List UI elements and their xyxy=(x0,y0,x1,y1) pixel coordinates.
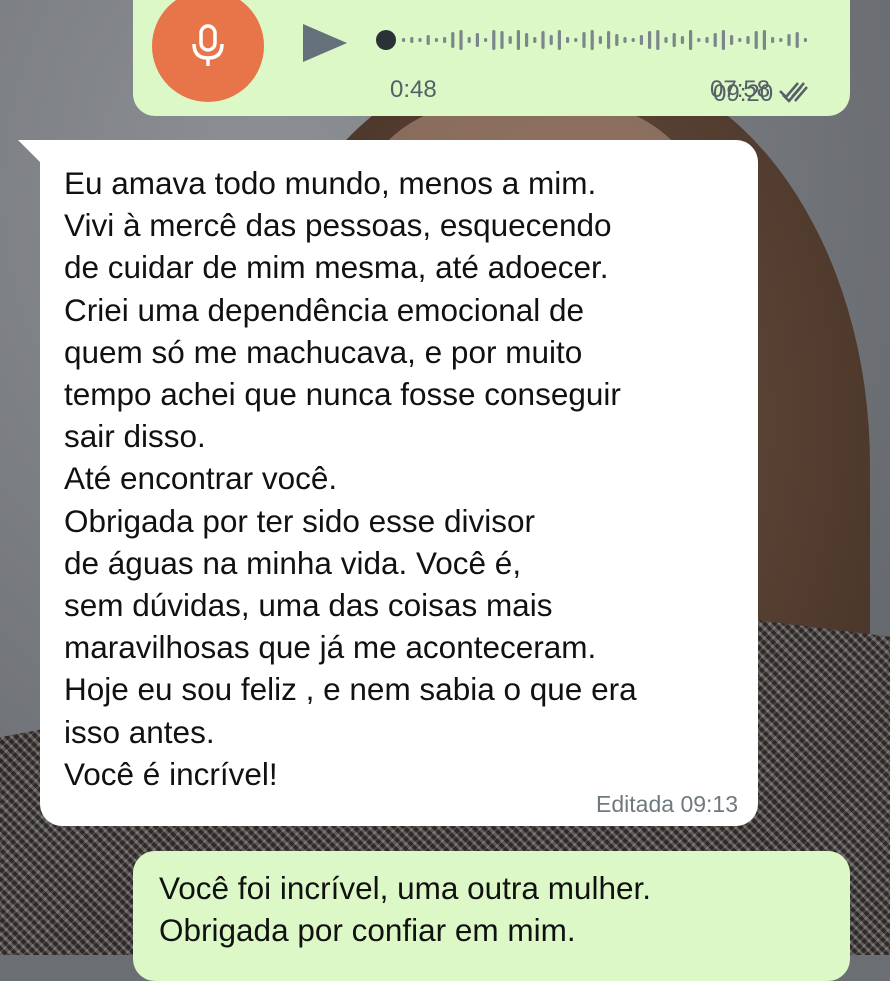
message-line: Você foi incrível, uma outra mulher. xyxy=(159,870,651,906)
message-line: sem dúvidas, uma das coisas mais xyxy=(64,587,553,624)
edited-timestamp: Editada 09:13 xyxy=(596,791,738,817)
reply-timestamp: 09:20 xyxy=(713,80,815,108)
message-line: Você é incrível! xyxy=(64,755,278,792)
outgoing-message-bubble[interactable]: Você foi incrível, uma outra mulher. Obri… xyxy=(133,851,850,981)
voice-duration: 0:48 xyxy=(390,76,437,103)
message-line: Hoje eu sou feliz , e nem sabia o que er… xyxy=(64,671,637,708)
audio-waveform[interactable] xyxy=(372,20,812,60)
play-button[interactable] xyxy=(303,24,347,62)
message-text: Eu amava todo mundo, menos a mim. Vivi à … xyxy=(64,162,738,795)
message-line: isso antes. xyxy=(64,713,215,750)
message-line: quem só me machucava, e por muito xyxy=(64,333,583,370)
message-line: sair disso. xyxy=(64,418,206,455)
message-line: Eu amava todo mundo, menos a mim. xyxy=(64,165,597,201)
double-check-icon xyxy=(782,86,809,103)
message-line: Até encontrar você. xyxy=(64,460,338,497)
message-line: maravilhosas que já me aconteceram. xyxy=(64,629,597,666)
message-line: de cuidar de mim mesma, até adoecer. xyxy=(64,249,609,286)
message-line: Vivi à mercê das pessoas, esquecendo xyxy=(64,207,612,244)
message-line: Obrigada por confiar em mim. xyxy=(159,912,576,948)
message-line: de águas na minha vida. Você é, xyxy=(64,544,522,581)
message-line: tempo achei que nunca fosse conseguir xyxy=(64,376,621,413)
message-line: Obrigada por ter sido esse divisor xyxy=(64,502,535,539)
incoming-message-bubble[interactable]: Eu amava todo mundo, menos a mim. Vivi à … xyxy=(18,140,758,826)
message-text: Você foi incrível, uma outra mulher. Obri… xyxy=(159,867,850,951)
message-line: Criei uma dependência emocional de xyxy=(64,291,585,328)
